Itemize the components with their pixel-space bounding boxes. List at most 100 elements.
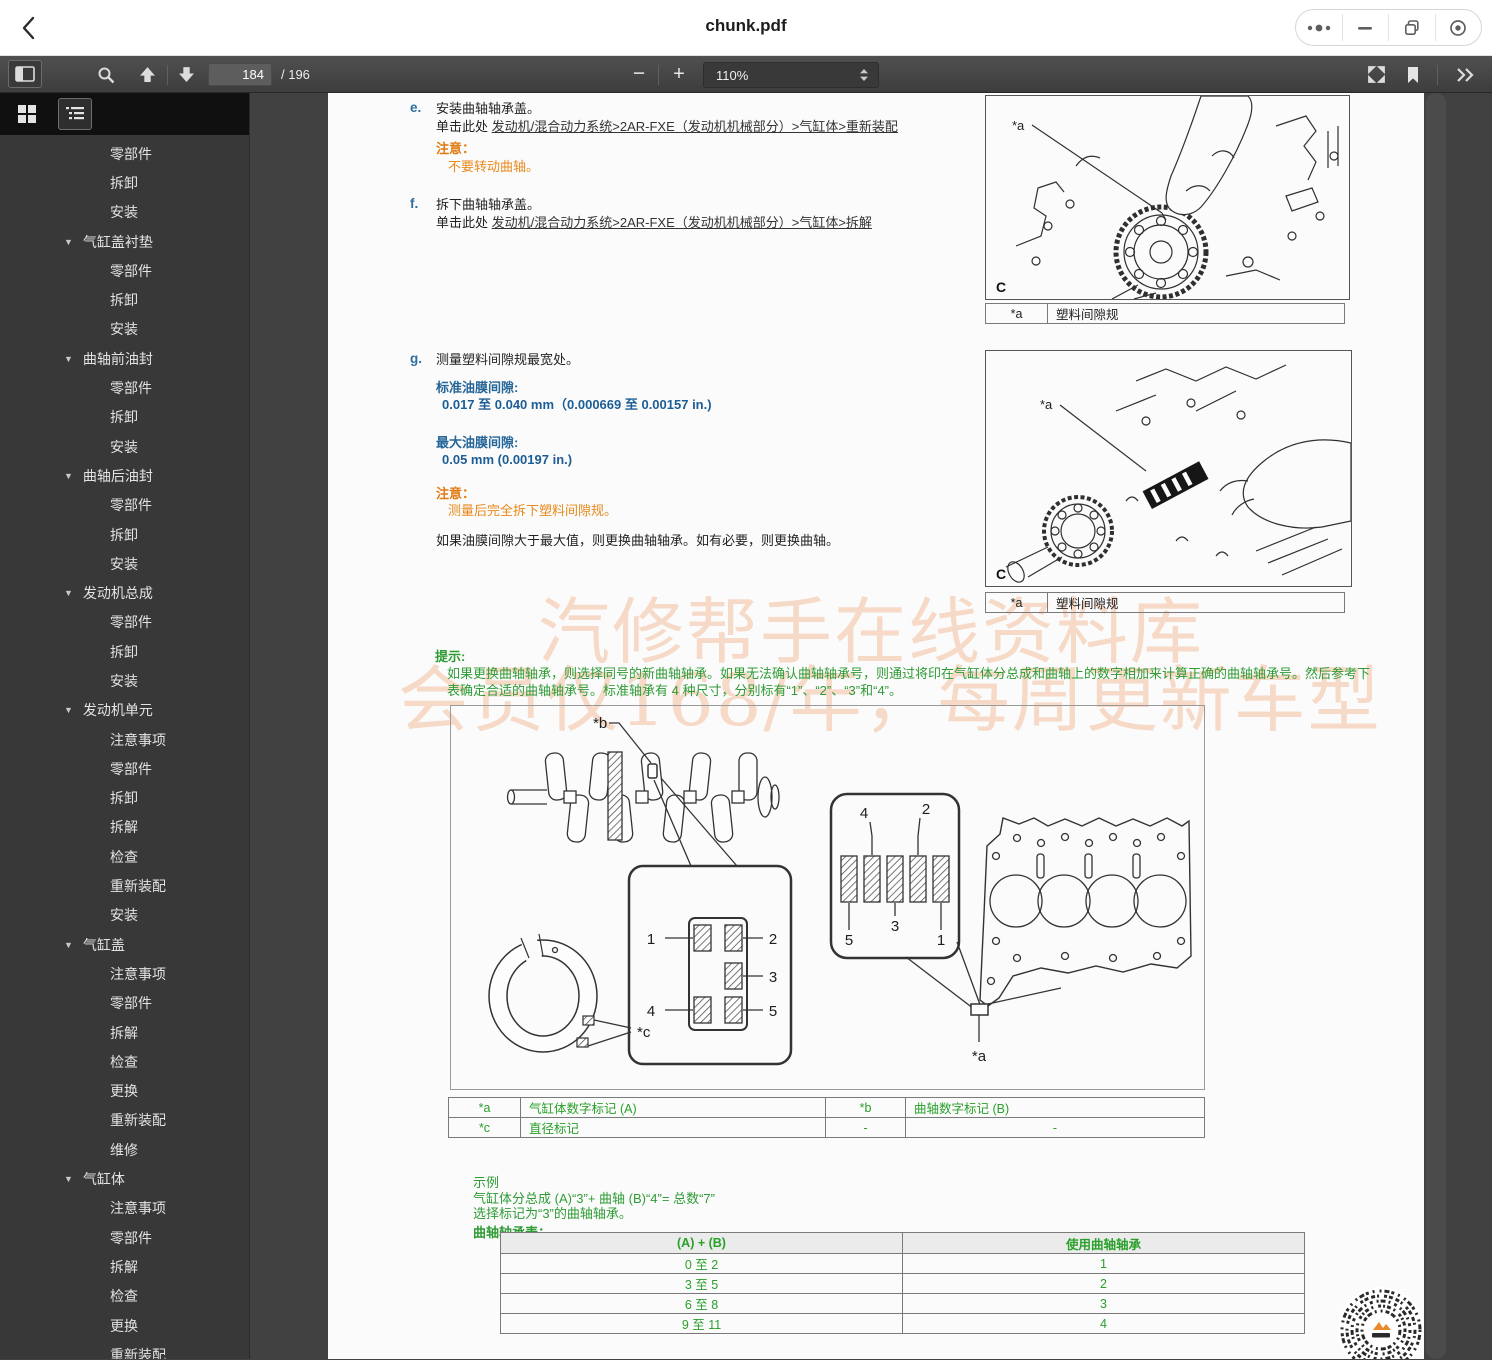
page-count-label: / 196 [281, 67, 310, 82]
diagram-bar-number: 3 [891, 918, 899, 935]
diagram-label-c: *c [637, 1024, 651, 1041]
presentation-mode-button[interactable] [1362, 62, 1390, 87]
expander-triangle-icon[interactable]: ▼ [64, 237, 73, 247]
outline-item-label: 检查 [110, 848, 138, 865]
outline-item[interactable]: 拆卸 [0, 168, 249, 197]
minimize-button[interactable] [1343, 10, 1389, 45]
search-button[interactable] [93, 62, 119, 87]
procedure-link[interactable]: 发动机/混合动力系统>2AR-FXE（发动机机械部分）>气缸体>拆解 [492, 215, 872, 230]
page-number-input[interactable] [208, 63, 272, 86]
outline-item[interactable]: 安装 [0, 315, 249, 344]
figure-caption-table-2: *a 塑料间隙规 [985, 592, 1345, 613]
outline-item[interactable]: 注意事项 [0, 1194, 249, 1223]
outline-item-label: 重新装配 [110, 1346, 166, 1359]
bookmark-button[interactable] [1399, 62, 1427, 87]
previous-page-button[interactable] [133, 62, 161, 87]
outline-item[interactable]: 安装 [0, 432, 249, 461]
outline-item-label: 拆解 [110, 1258, 138, 1275]
bearing-table-cell: 3 至 5 [500, 1273, 903, 1294]
outline-view-button[interactable] [58, 98, 92, 130]
outline-item[interactable]: ▼ 气缸体 [0, 1164, 249, 1193]
expander-triangle-icon[interactable]: ▼ [64, 705, 73, 715]
outline-item[interactable]: 维修 [0, 1135, 249, 1164]
outline-item-label: 拆卸 [110, 643, 138, 660]
restore-window-button[interactable] [1389, 10, 1435, 45]
outline-item[interactable]: ▼ 曲轴后油封 [0, 461, 249, 490]
outline-item-label: 检查 [110, 1053, 138, 1070]
outline-item-label: 拆卸 [110, 409, 138, 426]
bookmark-icon [1408, 66, 1418, 83]
outline-item[interactable]: 拆解 [0, 1252, 249, 1281]
bearing-table-row: 0 至 21 [500, 1253, 1305, 1274]
outline-item[interactable]: ▼ 发动机单元 [0, 696, 249, 725]
outline-item[interactable]: 拆解 [0, 813, 249, 842]
outline-item[interactable]: ▼ 发动机总成 [0, 578, 249, 607]
outline-item[interactable]: ▼ 气缸盖衬垫 [0, 227, 249, 256]
bearing-table-cell: 9 至 11 [500, 1313, 903, 1334]
outline-item[interactable]: 安装 [0, 549, 249, 578]
outline-item[interactable]: 重新装配 [0, 871, 249, 900]
double-chevron-icon [1457, 67, 1474, 82]
restore-window-icon [1404, 19, 1419, 35]
zoom-out-button[interactable]: − [624, 60, 654, 88]
sidebar-toggle-button[interactable] [8, 60, 42, 88]
bearing-table-row: 6 至 83 [500, 1293, 1305, 1314]
outline-item[interactable]: 检查 [0, 1047, 249, 1076]
outline-item-label: 零部件 [110, 262, 152, 279]
bearing-table-header: 使用曲轴轴承 [902, 1232, 1305, 1254]
expander-triangle-icon[interactable]: ▼ [64, 1174, 73, 1184]
outline-item[interactable]: 注意事项 [0, 725, 249, 754]
next-page-button[interactable] [172, 62, 200, 87]
outline-item[interactable]: ▼ 气缸盖 [0, 930, 249, 959]
outline-item[interactable]: 零部件 [0, 373, 249, 402]
legend-key: *c [448, 1117, 521, 1138]
outline-item[interactable]: 注意事项 [0, 959, 249, 988]
caption-row: *a 塑料间隙规 [985, 303, 1345, 324]
outline-item[interactable]: 拆卸 [0, 403, 249, 432]
outline-item[interactable]: 拆解 [0, 1018, 249, 1047]
procedure-link[interactable]: 发动机/混合动力系统>2AR-FXE（发动机机械部分）>气缸体>重新装配 [492, 119, 898, 134]
outline-item[interactable]: 重新装配 [0, 1106, 249, 1135]
outline-item[interactable]: 安装 [0, 901, 249, 930]
outline-item[interactable]: 拆卸 [0, 784, 249, 813]
close-capsule-button[interactable] [1436, 10, 1482, 45]
outline-item-label: 重新装配 [110, 1112, 166, 1129]
outline-item[interactable]: 更换 [0, 1077, 249, 1106]
vertical-scrollbar[interactable] [1426, 93, 1446, 1359]
outline-item-label: 注意事项 [110, 965, 166, 982]
outline-item[interactable]: 拆卸 [0, 285, 249, 314]
expander-triangle-icon[interactable]: ▼ [64, 940, 73, 950]
expander-triangle-icon[interactable]: ▼ [64, 471, 73, 481]
outline-item[interactable]: 零部件 [0, 1223, 249, 1252]
outline-item[interactable]: 检查 [0, 1282, 249, 1311]
thumbnails-view-button[interactable] [10, 98, 44, 130]
outline-item[interactable]: 零部件 [0, 139, 249, 168]
outline-item-label: 安装 [110, 555, 138, 572]
hint-label: 提示: [435, 649, 466, 664]
zoom-level-select[interactable]: 110% [703, 62, 879, 88]
more-menu-button[interactable] [1296, 10, 1342, 45]
outline-item[interactable]: 安装 [0, 666, 249, 695]
outline-item-label: 维修 [110, 1141, 138, 1158]
toolbar-more-button[interactable] [1448, 62, 1482, 87]
outline-item[interactable]: 零部件 [0, 754, 249, 783]
ellipsis-icon [1307, 24, 1330, 31]
outline-item[interactable]: 更换 [0, 1311, 249, 1340]
outline-item-label: 发动机单元 [82, 702, 153, 719]
outline-item[interactable]: 零部件 [0, 491, 249, 520]
outline-item[interactable]: 零部件 [0, 256, 249, 285]
expander-triangle-icon[interactable]: ▼ [64, 354, 73, 364]
expander-triangle-icon[interactable]: ▼ [64, 588, 73, 598]
outline-item[interactable]: 零部件 [0, 608, 249, 637]
outline-item[interactable]: 拆卸 [0, 520, 249, 549]
outline-item[interactable]: 零部件 [0, 989, 249, 1018]
crankshaft-bearing-table: (A) + (B) 使用曲轴轴承 0 至 213 至 526 至 839 至 1… [500, 1232, 1305, 1334]
arrow-up-icon [139, 67, 155, 82]
outline-item[interactable]: 检查 [0, 842, 249, 871]
outline-item[interactable]: ▼ 曲轴前油封 [0, 344, 249, 373]
outline-item-label: 重新装配 [110, 878, 166, 895]
outline-item[interactable]: 拆卸 [0, 637, 249, 666]
outline-item[interactable]: 重新装配 [0, 1340, 249, 1359]
zoom-in-button[interactable]: + [664, 60, 694, 88]
outline-item[interactable]: 安装 [0, 198, 249, 227]
